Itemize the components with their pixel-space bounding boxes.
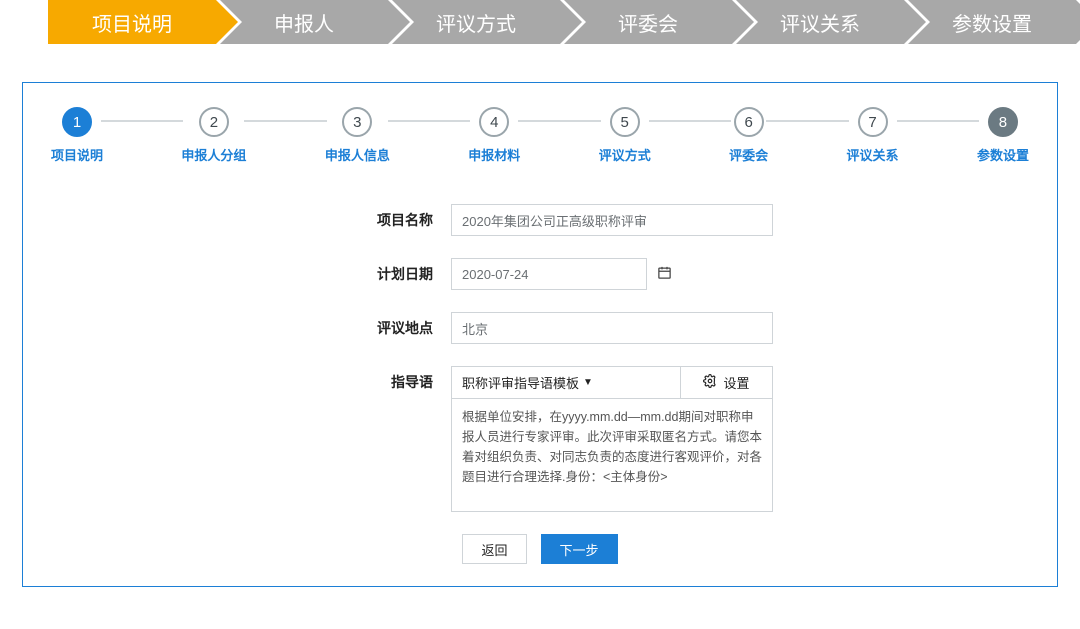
- main-panel: 1 项目说明 2 申报人分组 3 申报人信息 4 申报材料 5 评议方式 6 评委会 7 评议关系 8 参数设…: [22, 82, 1058, 587]
- step-circle: 7: [858, 107, 888, 137]
- step-connector: [244, 120, 326, 122]
- arrow-tab-5[interactable]: 参数设置: [908, 0, 1076, 44]
- arrow-tab-1[interactable]: 申报人: [220, 0, 388, 44]
- step-label: 申报人信息: [325, 145, 390, 164]
- label-project-name: 项目名称: [51, 204, 451, 230]
- step-label: 参数设置: [977, 145, 1029, 164]
- step-circle: 3: [342, 107, 372, 137]
- back-button[interactable]: 返回: [462, 534, 526, 564]
- plan-date-input[interactable]: [451, 258, 647, 290]
- step-connector: [388, 120, 470, 122]
- guide-template-label: 职称评审指导语模板: [462, 373, 579, 392]
- label-plan-date: 计划日期: [51, 258, 451, 284]
- row-plan-date: 计划日期: [51, 258, 1029, 290]
- step-circle: 2: [199, 107, 229, 137]
- step-connector: [101, 120, 183, 122]
- step-circle: 4: [479, 107, 509, 137]
- step-circle: 5: [610, 107, 640, 137]
- row-guide: 指导语 职称评审指导语模板 ▼ 设置: [51, 366, 1029, 512]
- step-connector: [649, 120, 731, 122]
- next-button[interactable]: 下一步: [541, 534, 618, 564]
- guide-settings-label: 设置: [723, 373, 749, 392]
- step-label: 申报材料: [468, 145, 520, 164]
- arrow-tab-3[interactable]: 评委会: [564, 0, 732, 44]
- project-name-input[interactable]: [451, 204, 773, 236]
- step-circle: 6: [734, 107, 764, 137]
- caret-down-icon: ▼: [583, 377, 593, 388]
- step-item-6[interactable]: 6 评委会: [729, 107, 768, 164]
- guide-textarea[interactable]: 根据单位安排，在yyyy.mm.dd—mm.dd期间对职称申报人员进行专家评审。…: [452, 399, 772, 511]
- step-item-1[interactable]: 1 项目说明: [51, 107, 103, 164]
- guide-template-dropdown[interactable]: 职称评审指导语模板 ▼: [452, 367, 680, 398]
- guide-box: 职称评审指导语模板 ▼ 设置 根据单位安排，在yyyy.mm.dd—mm.dd期…: [451, 366, 773, 512]
- step-label: 评议关系: [847, 145, 899, 164]
- step-connector: [766, 120, 848, 122]
- arrow-tab-4[interactable]: 评议关系: [736, 0, 904, 44]
- step-connector: [518, 120, 600, 122]
- breadcrumb-arrow-nav: 项目说明申报人评议方式评委会评议关系参数设置: [48, 0, 1080, 44]
- calendar-icon[interactable]: [657, 265, 672, 284]
- guide-settings-button[interactable]: 设置: [680, 367, 772, 398]
- step-item-3[interactable]: 3 申报人信息: [325, 107, 390, 164]
- step-item-7[interactable]: 7 评议关系: [847, 107, 899, 164]
- row-location: 评议地点: [51, 312, 1029, 344]
- gear-icon: [703, 374, 717, 391]
- step-label: 申报人分组: [181, 145, 246, 164]
- label-location: 评议地点: [51, 312, 451, 338]
- step-item-4[interactable]: 4 申报材料: [468, 107, 520, 164]
- step-item-5[interactable]: 5 评议方式: [599, 107, 651, 164]
- arrow-tab-0[interactable]: 项目说明: [48, 0, 216, 44]
- row-project-name: 项目名称: [51, 204, 1029, 236]
- location-input[interactable]: [451, 312, 773, 344]
- step-item-2[interactable]: 2 申报人分组: [181, 107, 246, 164]
- label-guide: 指导语: [51, 366, 451, 392]
- form-actions: 返回 下一步: [51, 534, 1029, 564]
- step-connector: [897, 120, 979, 122]
- step-label: 评委会: [729, 145, 768, 164]
- step-circle: 1: [62, 107, 92, 137]
- form-area: 项目名称 计划日期 评议地点 指导语: [51, 204, 1029, 564]
- step-label: 项目说明: [51, 145, 103, 164]
- guide-head: 职称评审指导语模板 ▼ 设置: [452, 367, 772, 399]
- step-label: 评议方式: [599, 145, 651, 164]
- step-item-8[interactable]: 8 参数设置: [977, 107, 1029, 164]
- arrow-tab-2[interactable]: 评议方式: [392, 0, 560, 44]
- step-progress: 1 项目说明 2 申报人分组 3 申报人信息 4 申报材料 5 评议方式 6 评委会 7 评议关系 8 参数设…: [51, 107, 1029, 164]
- step-circle: 8: [988, 107, 1018, 137]
